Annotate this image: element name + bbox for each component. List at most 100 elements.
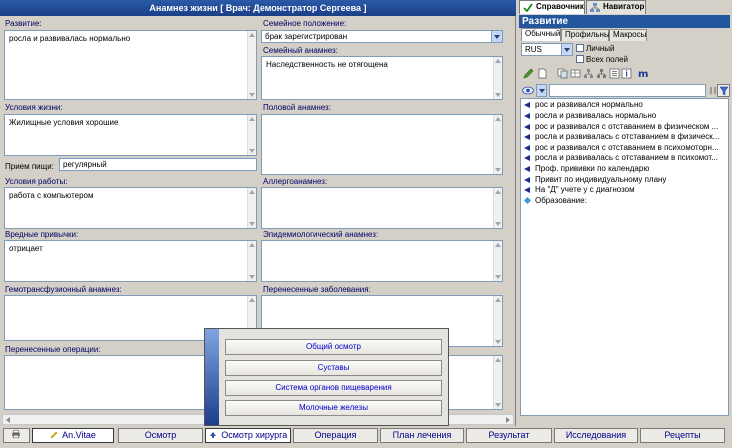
language-value: RUS — [525, 45, 542, 54]
bad-habits-scrollbar[interactable] — [247, 241, 256, 281]
result-button[interactable]: Результат — [466, 428, 552, 443]
list-item[interactable]: рос и развивался нормально — [521, 100, 728, 110]
svg-text:m: m — [638, 69, 648, 79]
filter-icon — [719, 86, 729, 96]
research-button[interactable]: Исследования — [554, 428, 638, 443]
living-conditions-value: Жилищные условия хорошие — [9, 118, 119, 127]
exam-button[interactable]: Осмотр — [118, 428, 203, 443]
family-history-scrollbar[interactable] — [493, 57, 502, 99]
past-operations-scrollbar[interactable] — [493, 356, 502, 409]
arrow-up-icon — [209, 432, 216, 438]
menu-digestive-system-button[interactable]: Система органов пищеварения — [225, 380, 442, 396]
scroll-left-icon[interactable] — [6, 417, 10, 423]
development-field[interactable]: росла и развивалась нормально — [4, 30, 257, 100]
work-conditions-value: работа с компьютером — [9, 191, 94, 200]
chevron-down-icon[interactable] — [491, 31, 502, 42]
an-vitae-button[interactable]: An.Vitae — [32, 428, 114, 443]
living-conditions-field[interactable]: Жилищные условия хорошие — [4, 114, 257, 156]
template-list: рос и развивался нормально росла и разви… — [520, 98, 729, 416]
an-vitae-label: An.Vitae — [62, 430, 96, 440]
list-item[interactable]: Проф. прививки по календарю — [521, 164, 728, 174]
printer-icon — [11, 429, 20, 439]
tab-reference-label: Справочник — [536, 2, 584, 11]
binoculars-icon[interactable] — [709, 85, 717, 96]
prescriptions-button[interactable]: Рецепты — [640, 428, 725, 443]
subtab-regular[interactable]: Обычный — [521, 28, 561, 41]
allergy-history-field[interactable] — [261, 187, 503, 229]
chevron-down-icon[interactable] — [536, 84, 547, 97]
list-item[interactable]: росла и развивалась с отставанием в физи… — [521, 132, 728, 142]
document-icon[interactable] — [537, 68, 548, 79]
tab-reference[interactable]: Справочник — [519, 0, 585, 14]
epidemiological-label: Эпидемиологический анамнез: — [263, 230, 379, 239]
macro-icon[interactable]: m — [638, 68, 649, 79]
tab-navigator[interactable]: Навигатор — [586, 0, 646, 14]
list-item[interactable]: На "Д" учете у с диагнозом — [521, 185, 728, 195]
checkmark-icon — [523, 3, 533, 12]
list-item[interactable]: рос и развивался с отставанием в физичес… — [521, 122, 728, 132]
menu-mammary-glands-button[interactable]: Молочные железы — [225, 400, 442, 416]
info-icon[interactable] — [621, 68, 632, 79]
work-conditions-field[interactable]: работа с компьютером — [4, 187, 257, 229]
family-history-field[interactable]: Наследственность не отягощена — [261, 56, 503, 100]
arrow-left-icon — [524, 124, 530, 130]
epidemiological-scrollbar[interactable] — [493, 241, 502, 281]
epidemiological-field[interactable] — [261, 240, 503, 282]
subtab-macros[interactable]: Макросы — [609, 29, 647, 41]
marital-status-value: брак зарегистрирован — [265, 32, 348, 41]
marital-status-label: Семейное положение: — [263, 19, 347, 28]
list-item[interactable]: росла и развивалась с отставанием в псих… — [521, 153, 728, 163]
marital-status-select[interactable]: брак зарегистрирован — [261, 30, 503, 43]
work-conditions-scrollbar[interactable] — [247, 188, 256, 228]
filter-button[interactable] — [717, 84, 730, 97]
exam-popup-menu: Общий осмотр Суставы Система органов пищ… — [204, 328, 449, 426]
bad-habits-field[interactable]: отрицает — [4, 240, 257, 282]
research-label: Исследования — [565, 430, 627, 440]
surgeon-exam-button[interactable]: Осмотр хирурга — [205, 428, 291, 443]
family-history-label: Семейный анамнез: — [263, 46, 338, 55]
scroll-right-icon[interactable] — [506, 417, 510, 423]
tab-navigator-label: Навигатор — [603, 2, 645, 11]
all-fields-checkbox[interactable] — [576, 55, 584, 63]
past-diseases-label: Перенесенные заболевания: — [263, 285, 371, 294]
popup-accent-stripe — [205, 329, 219, 425]
list-item[interactable]: Образование: — [521, 196, 728, 206]
menu-joints-button[interactable]: Суставы — [225, 360, 442, 376]
list-item[interactable]: Привит по индивидуальному плану — [521, 175, 728, 185]
past-diseases-scrollbar[interactable] — [493, 296, 502, 346]
print-button[interactable] — [3, 428, 30, 443]
development-value: росла и развивалась нормально — [9, 34, 131, 43]
search-input[interactable] — [549, 84, 706, 97]
meals-input[interactable]: регулярный — [59, 158, 257, 171]
eye-icon[interactable] — [522, 85, 534, 96]
arrow-left-icon — [524, 145, 530, 151]
treatment-plan-button[interactable]: План лечения — [380, 428, 464, 443]
pencil-icon[interactable] — [523, 68, 534, 79]
chevron-down-icon[interactable] — [561, 44, 572, 55]
copy-icon[interactable] — [557, 68, 568, 79]
living-conditions-scrollbar[interactable] — [247, 115, 256, 155]
arrow-left-icon — [524, 155, 530, 161]
allergy-history-scrollbar[interactable] — [493, 188, 502, 228]
subtab-profile[interactable]: Профильный — [561, 29, 614, 41]
bad-habits-label: Вредные привычки: — [5, 230, 79, 239]
table-icon[interactable] — [570, 68, 581, 79]
list-item[interactable]: росла и развивалась нормально — [521, 111, 728, 121]
living-conditions-label: Условия жизни: — [5, 103, 63, 112]
arrow-left-icon — [524, 166, 530, 172]
language-select[interactable]: RUS — [521, 43, 573, 56]
list-icon[interactable] — [609, 68, 620, 79]
hierarchy-icon[interactable] — [596, 68, 607, 79]
arrow-left-icon — [524, 113, 530, 119]
operation-label: Операция — [314, 430, 357, 440]
development-scrollbar[interactable] — [247, 31, 256, 99]
operation-button[interactable]: Операция — [293, 428, 378, 443]
bad-habits-value: отрицает — [9, 244, 43, 253]
menu-general-exam-button[interactable]: Общий осмотр — [225, 339, 442, 355]
sexual-history-field[interactable] — [261, 114, 503, 175]
list-item[interactable]: рос и развивался с отставанием в психомо… — [521, 143, 728, 153]
sexual-history-scrollbar[interactable] — [493, 115, 502, 174]
work-conditions-label: Условия работы: — [5, 177, 68, 186]
tree-structure-icon[interactable] — [583, 68, 594, 79]
personal-checkbox[interactable] — [576, 44, 584, 52]
